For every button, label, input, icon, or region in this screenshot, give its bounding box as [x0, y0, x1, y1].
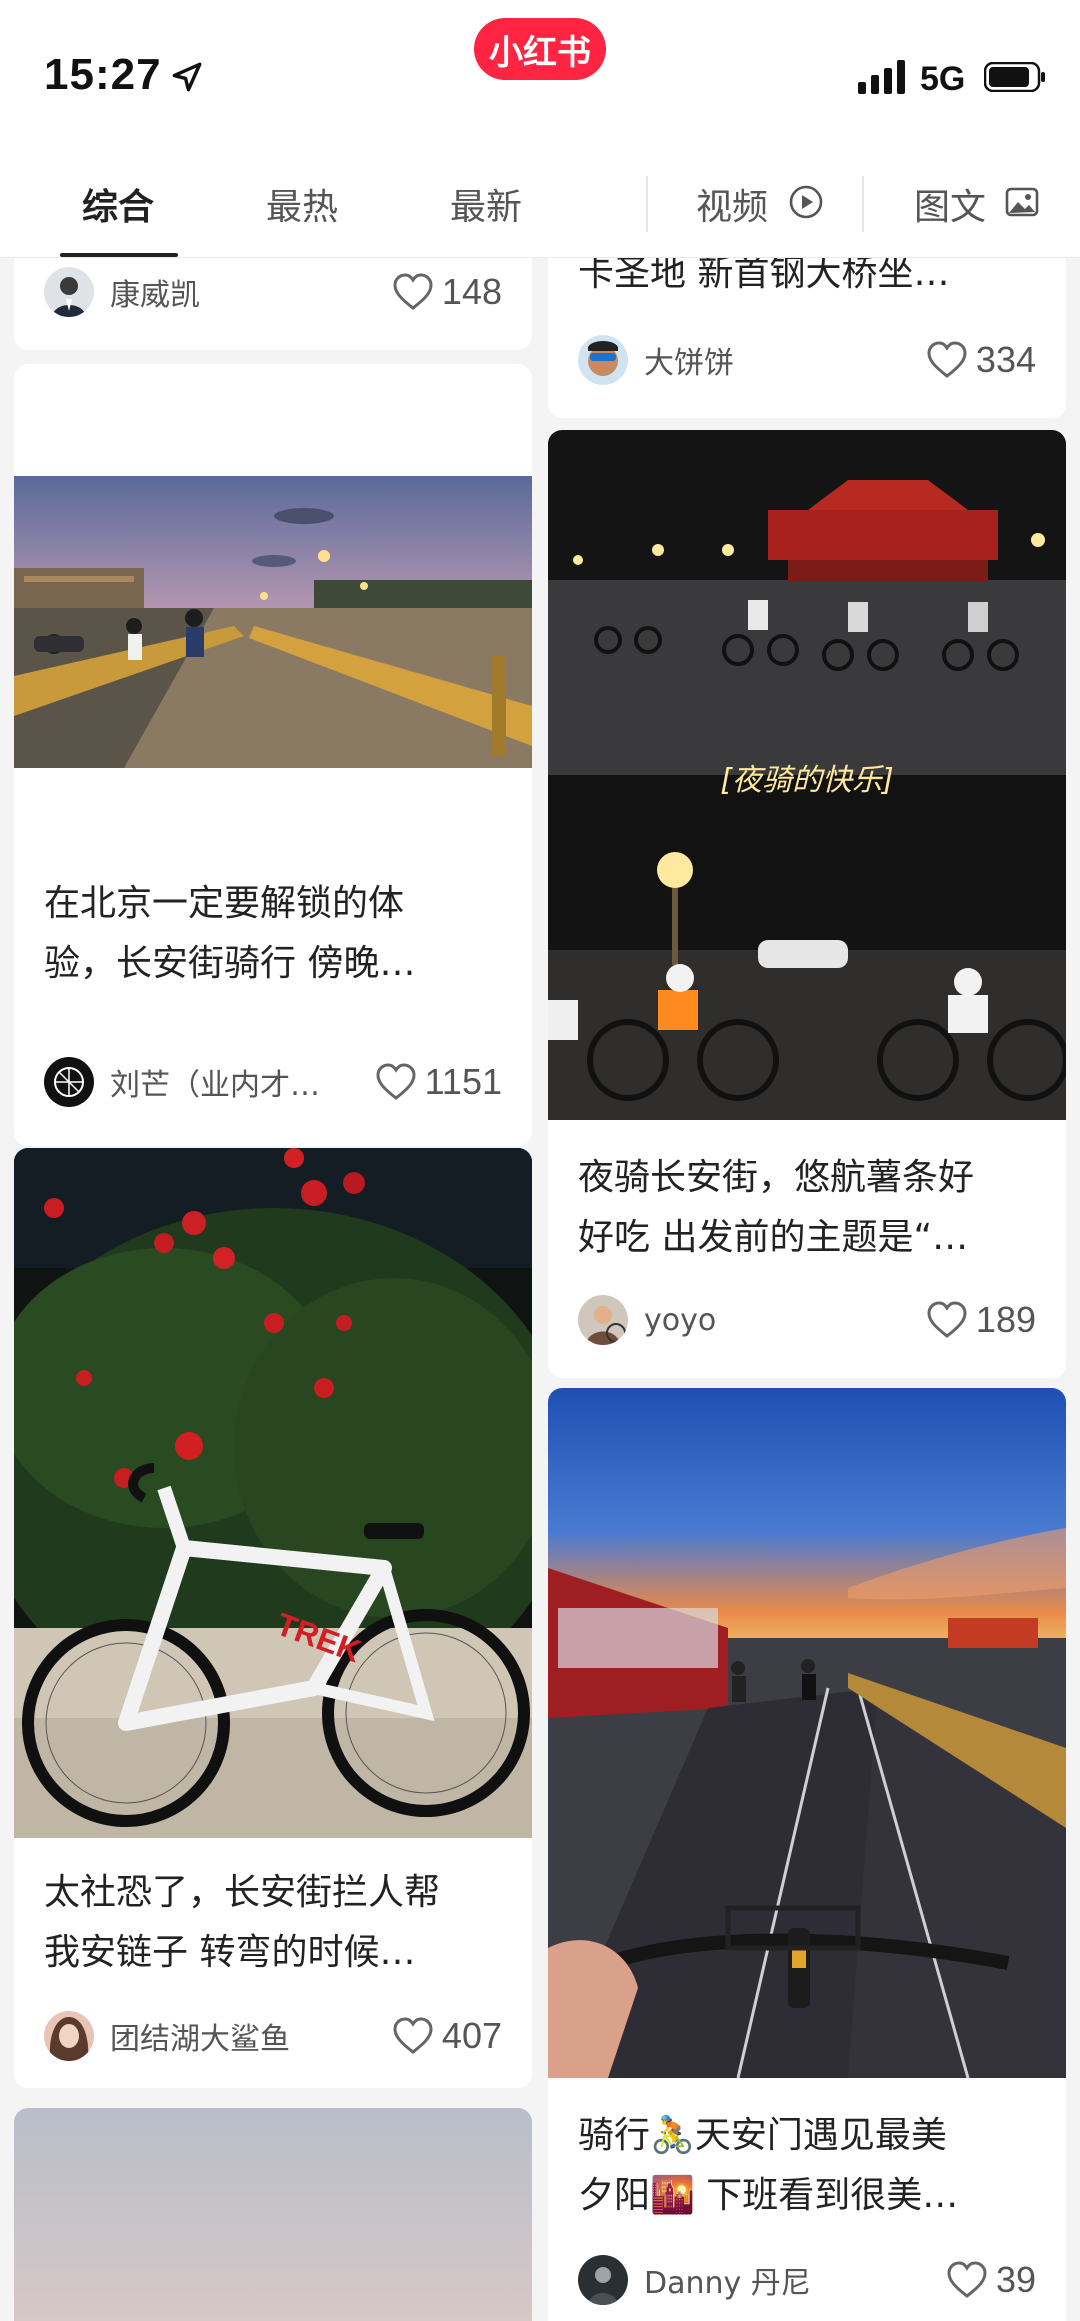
note-title[interactable]: 在北京一定要解锁的体 验，长安街骑行 傍晚… — [44, 874, 502, 994]
like-button[interactable]: 334 — [926, 339, 1036, 381]
avatar[interactable] — [44, 1057, 94, 1107]
like-count: 189 — [975, 1299, 1036, 1340]
note-card[interactable]: TREK 太社恐了，长安街拦人帮 我安链子 转弯的时候… 团结湖大鲨鱼 407 — [14, 1148, 532, 2088]
avatar[interactable] — [44, 2011, 94, 2061]
heart-icon — [947, 2261, 987, 2298]
note-cover-image[interactable] — [14, 476, 532, 768]
author-name[interactable]: yoyo — [644, 1303, 916, 1338]
note-title[interactable]: 骑行🚴天安门遇见最美 夕阳🌇 下班看到很美… — [578, 2106, 1036, 2226]
note-title-line: 卡圣地 新首钢大桥坐… — [578, 258, 950, 294]
like-count: 39 — [995, 2259, 1036, 2300]
note-title-line: 夕阳🌇 下班看到很美… — [578, 2175, 959, 2216]
note-card[interactable]: 骑行🚴天安门遇见最美 夕阳🌇 下班看到很美… Danny 丹尼 39 — [548, 1388, 1066, 2321]
note-cover-image[interactable]: TREK — [14, 1148, 532, 1838]
note-cover-image[interactable]: [夜骑的快乐] — [548, 430, 1066, 1120]
network-type: 5G — [920, 60, 966, 98]
note-meta: 刘芒（业内才… 1151 — [44, 1052, 502, 1112]
note-title-line: 我安链子 转弯的时候… — [44, 1932, 416, 1973]
author-name[interactable]: 刘芒（业内才… — [110, 1060, 365, 1104]
tab-newest[interactable]: 最新 — [450, 178, 522, 230]
author-name[interactable]: 康威凯 — [110, 270, 382, 314]
note-card[interactable]: 在北京一定要解锁的体 验，长安街骑行 傍晚… 刘芒（业内才… 1151 — [14, 364, 532, 1146]
status-time: 15:27 — [44, 50, 162, 99]
note-meta: 康威凯 148 — [44, 262, 502, 322]
note-title[interactable]: 夜骑长安街，悠航薯条好 好吃 出发前的主题是“… — [578, 1148, 1036, 1268]
note-meta: 团结湖大鲨鱼 407 — [44, 2006, 502, 2066]
like-count: 148 — [441, 271, 502, 312]
note-title-line: 在北京一定要解锁的体 — [44, 883, 405, 924]
note-card[interactable] — [14, 2108, 532, 2321]
play-circle-icon[interactable] — [788, 184, 824, 220]
heart-icon — [927, 1301, 967, 1338]
tab-comprehensive[interactable]: 综合 — [82, 178, 154, 230]
sky-photo — [14, 2108, 532, 2321]
note-card[interactable]: 康威凯 148 — [14, 258, 532, 350]
bicycle-roses-photo: TREK — [14, 1148, 532, 1838]
heart-icon — [393, 2017, 433, 2054]
app-logo[interactable]: 小红书 — [474, 18, 606, 80]
battery-icon — [984, 62, 1045, 92]
active-tab-indicator — [60, 253, 178, 257]
note-card[interactable]: 卡圣地 新首钢大桥坐… 大饼饼 334 — [548, 258, 1066, 418]
tab-video[interactable]: 视频 — [696, 178, 768, 230]
like-button[interactable]: 1151 — [375, 1061, 502, 1103]
like-count: 334 — [975, 339, 1036, 380]
note-title-line: 太社恐了，长安街拦人帮 — [44, 1872, 441, 1913]
avatar[interactable] — [44, 267, 94, 317]
like-button[interactable]: 148 — [392, 271, 502, 313]
note-title-line: 夜骑长安街，悠航薯条好 — [578, 1157, 975, 1198]
status-bar: 15:27 小红书 5G — [0, 0, 1080, 150]
note-title-line: 骑行🚴天安门遇见最美 — [578, 2115, 947, 2156]
avenue-dusk-photo — [14, 476, 532, 768]
note-title-line: 好吃 出发前的主题是“… — [578, 1217, 969, 1258]
filter-tabs: 综合 最热 最新 视频 图文 — [0, 150, 1080, 258]
tab-divider — [862, 176, 864, 232]
tab-divider — [646, 176, 648, 232]
like-button[interactable]: 39 — [946, 2259, 1036, 2301]
avatar[interactable] — [578, 335, 628, 385]
heart-icon — [376, 1063, 416, 1100]
note-meta: Danny 丹尼 39 — [578, 2250, 1036, 2310]
note-cover-image[interactable] — [14, 2108, 532, 2321]
author-name[interactable]: Danny 丹尼 — [644, 2258, 936, 2302]
avatar[interactable] — [578, 1295, 628, 1345]
like-button[interactable]: 189 — [926, 1299, 1036, 1341]
tab-hottest[interactable]: 最热 — [266, 178, 338, 230]
note-title[interactable]: 卡圣地 新首钢大桥坐… — [578, 258, 1036, 304]
sunset-ride-photo — [548, 1388, 1066, 2079]
avatar[interactable] — [578, 2255, 628, 2305]
note-meta: 大饼饼 334 — [578, 330, 1036, 390]
note-cover-image[interactable] — [548, 1388, 1066, 2079]
note-title-line: 验，长安街骑行 傍晚… — [44, 943, 416, 984]
note-meta: yoyo 189 — [578, 1290, 1036, 1350]
heart-icon — [927, 341, 967, 378]
image-caption: [夜骑的快乐] — [720, 763, 894, 798]
heart-icon — [393, 273, 433, 310]
tab-image-text[interactable]: 图文 — [914, 178, 986, 230]
image-icon[interactable] — [1004, 184, 1040, 220]
author-name[interactable]: 大饼饼 — [644, 338, 916, 382]
note-title[interactable]: 太社恐了，长安街拦人帮 我安链子 转弯的时候… — [44, 1863, 502, 1983]
author-name[interactable]: 团结湖大鲨鱼 — [110, 2014, 382, 2058]
location-arrow-icon — [172, 62, 202, 92]
like-count: 1151 — [424, 1061, 502, 1102]
like-count: 407 — [441, 2015, 502, 2056]
note-card[interactable]: [夜骑的快乐] 夜骑长安街，悠航薯条好 好吃 出发前的主题是“… yoyo 18… — [548, 430, 1066, 1378]
cellular-signal-icon — [858, 60, 905, 94]
like-button[interactable]: 407 — [392, 2015, 502, 2057]
note-feed: 康威凯 148 在北京一定要解锁的体 验，长安街骑行 傍晚… 刘芒（业内才… 1… — [0, 258, 1080, 2321]
